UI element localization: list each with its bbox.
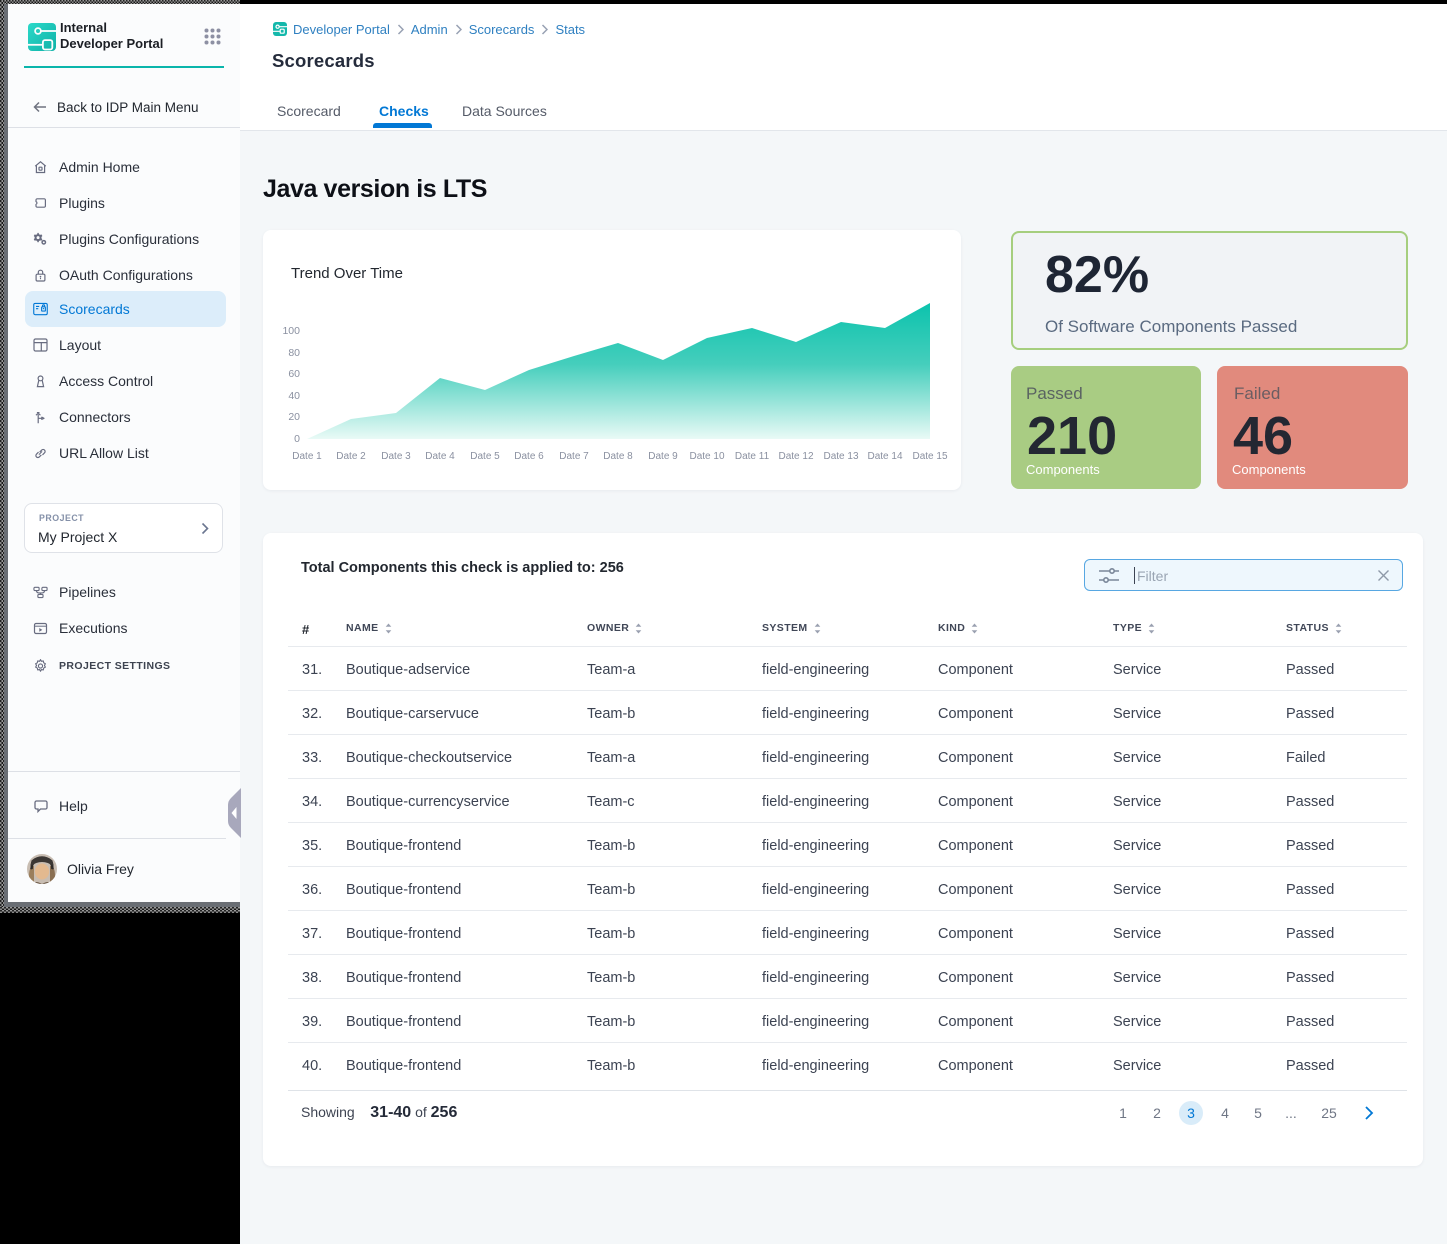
svg-text:Date 9: Date 9 [648, 451, 678, 462]
svg-text:Date 3: Date 3 [381, 451, 411, 462]
svg-text:Date 6: Date 6 [514, 451, 544, 462]
svg-text:Date 10: Date 10 [689, 451, 724, 462]
svg-text:Date 13: Date 13 [823, 451, 858, 462]
svg-text:100: 100 [282, 325, 300, 337]
svg-text:Date 5: Date 5 [470, 451, 500, 462]
svg-text:Date 2: Date 2 [336, 451, 366, 462]
svg-text:Date 7: Date 7 [559, 451, 589, 462]
svg-text:0: 0 [294, 433, 300, 445]
svg-text:Date 1: Date 1 [292, 451, 322, 462]
svg-text:Date 12: Date 12 [778, 451, 813, 462]
svg-text:60: 60 [288, 368, 300, 380]
svg-text:Date 14: Date 14 [867, 451, 902, 462]
svg-text:40: 40 [288, 390, 300, 402]
svg-text:Date 4: Date 4 [425, 451, 455, 462]
svg-text:Date 11: Date 11 [735, 451, 770, 462]
svg-text:Date 15: Date 15 [912, 451, 947, 462]
svg-text:80: 80 [288, 347, 300, 359]
svg-text:Date 8: Date 8 [603, 451, 633, 462]
svg-text:20: 20 [288, 411, 300, 423]
